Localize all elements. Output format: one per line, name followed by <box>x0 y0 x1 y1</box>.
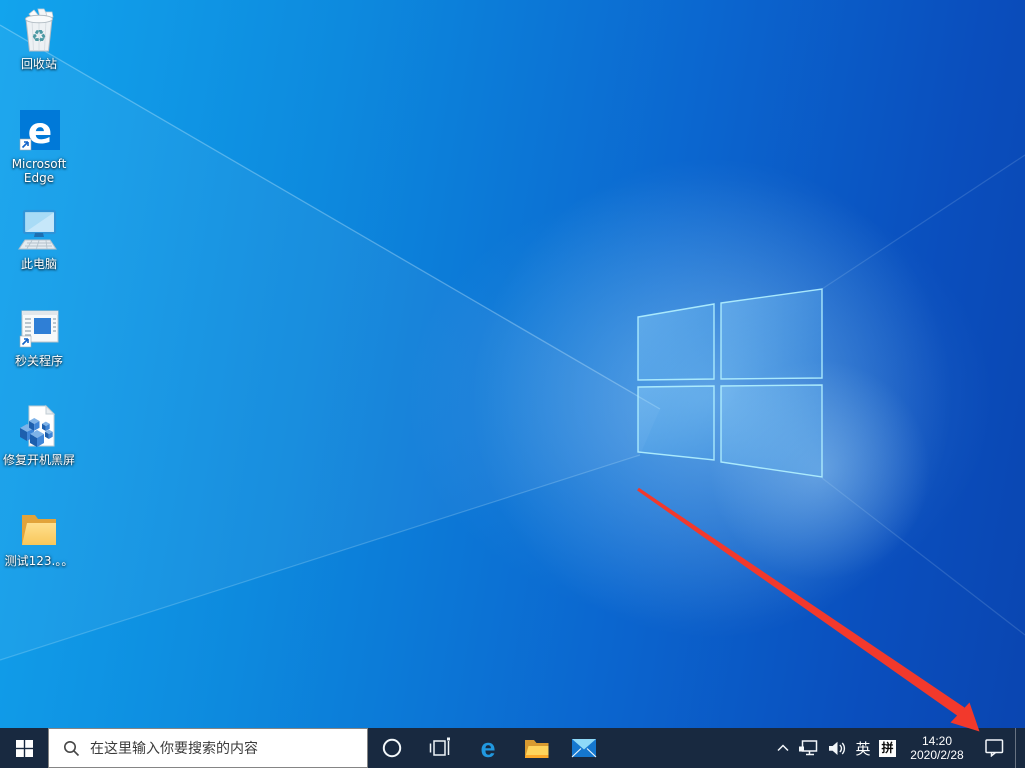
folder-icon <box>22 515 56 545</box>
shortcut-arrow-icon <box>19 138 32 151</box>
edge-taskbar-button[interactable]: e <box>464 728 512 768</box>
svg-text:e: e <box>480 734 495 762</box>
language-indicator[interactable]: 英 <box>852 728 874 768</box>
speaker-icon <box>828 741 845 755</box>
ethernet-icon <box>798 740 817 756</box>
show-desktop-button[interactable] <box>1015 728 1025 768</box>
start-button[interactable] <box>0 728 48 768</box>
program-window-icon <box>19 310 59 348</box>
action-center-button[interactable] <box>973 728 1015 768</box>
tray-overflow-button[interactable] <box>772 728 794 768</box>
volume-button[interactable] <box>822 728 852 768</box>
search-icon <box>64 740 80 756</box>
search-placeholder: 在这里输入你要搜索的内容 <box>90 741 258 757</box>
edge-icon: e <box>19 110 60 152</box>
windows-start-icon <box>15 739 33 757</box>
icon-label: 修复开机黑屏 <box>2 453 75 467</box>
annotation-arrow <box>637 487 980 732</box>
shortcut-arrow-icon <box>19 335 32 348</box>
tray-time: 14:20 <box>921 734 953 748</box>
icon-label: 秒关程序 <box>14 354 63 368</box>
cortana-icon <box>382 738 402 758</box>
registry-file-icon <box>20 404 56 447</box>
network-button[interactable] <box>794 728 822 768</box>
icon-label: 回收站 <box>20 57 57 71</box>
desktop-icon-this-pc[interactable]: 此电脑 <box>1 206 77 271</box>
taskbar-search-input[interactable]: 在这里输入你要搜索的内容 <box>48 728 368 768</box>
tray-date: 2020/2/28 <box>910 748 964 762</box>
desktop-icon-quick-close-program[interactable]: 秒关程序 <box>1 303 77 368</box>
chevron-up-icon <box>777 744 789 752</box>
mail-button[interactable] <box>560 728 608 768</box>
file-explorer-icon <box>524 740 548 758</box>
mail-icon <box>571 739 597 758</box>
file-explorer-button[interactable] <box>512 728 560 768</box>
task-view-button[interactable] <box>416 728 464 768</box>
windows-logo <box>637 288 823 478</box>
system-tray: 英 拼 14:20 2020/2/28 <box>772 728 1025 768</box>
recycle-bin-icon: ♻ <box>25 8 54 52</box>
wallpaper-light-rays-and-logo <box>0 24 1025 661</box>
edge-icon: e <box>480 734 495 762</box>
icon-label: 测试123.。。 <box>4 554 74 568</box>
ime-mode-indicator[interactable]: 拼 <box>874 728 901 768</box>
desktop-background[interactable]: ♻ 回收站 e Microsoft Edge 此电脑 秒关程序 修复开机黑屏 测… <box>0 0 1025 768</box>
cortana-button[interactable] <box>368 728 416 768</box>
this-pc-icon <box>18 209 57 250</box>
action-center-icon <box>984 739 1003 757</box>
edge-glyph: e <box>28 111 52 152</box>
desktop-icon-test-folder[interactable]: 测试123.。。 <box>1 503 77 568</box>
ime-pinyin-badge: 拼 <box>879 739 896 757</box>
icon-label: 此电脑 <box>20 257 57 271</box>
light-beam <box>0 25 660 660</box>
task-view-icon <box>429 737 450 756</box>
icon-label: Microsoft Edge <box>11 157 67 185</box>
recycle-glyph: ♻ <box>31 27 46 47</box>
clock[interactable]: 14:20 2020/2/28 <box>901 728 973 768</box>
taskbar: 在这里输入你要搜索的内容 e 英 拼 14:20 2020/2/28 <box>0 728 1025 768</box>
desktop-icon-microsoft-edge[interactable]: e Microsoft Edge <box>1 106 77 185</box>
desktop-icon-fix-boot-black-screen[interactable]: 修复开机黑屏 <box>1 402 77 467</box>
desktop-icon-recycle-bin[interactable]: ♻ 回收站 <box>1 6 77 71</box>
